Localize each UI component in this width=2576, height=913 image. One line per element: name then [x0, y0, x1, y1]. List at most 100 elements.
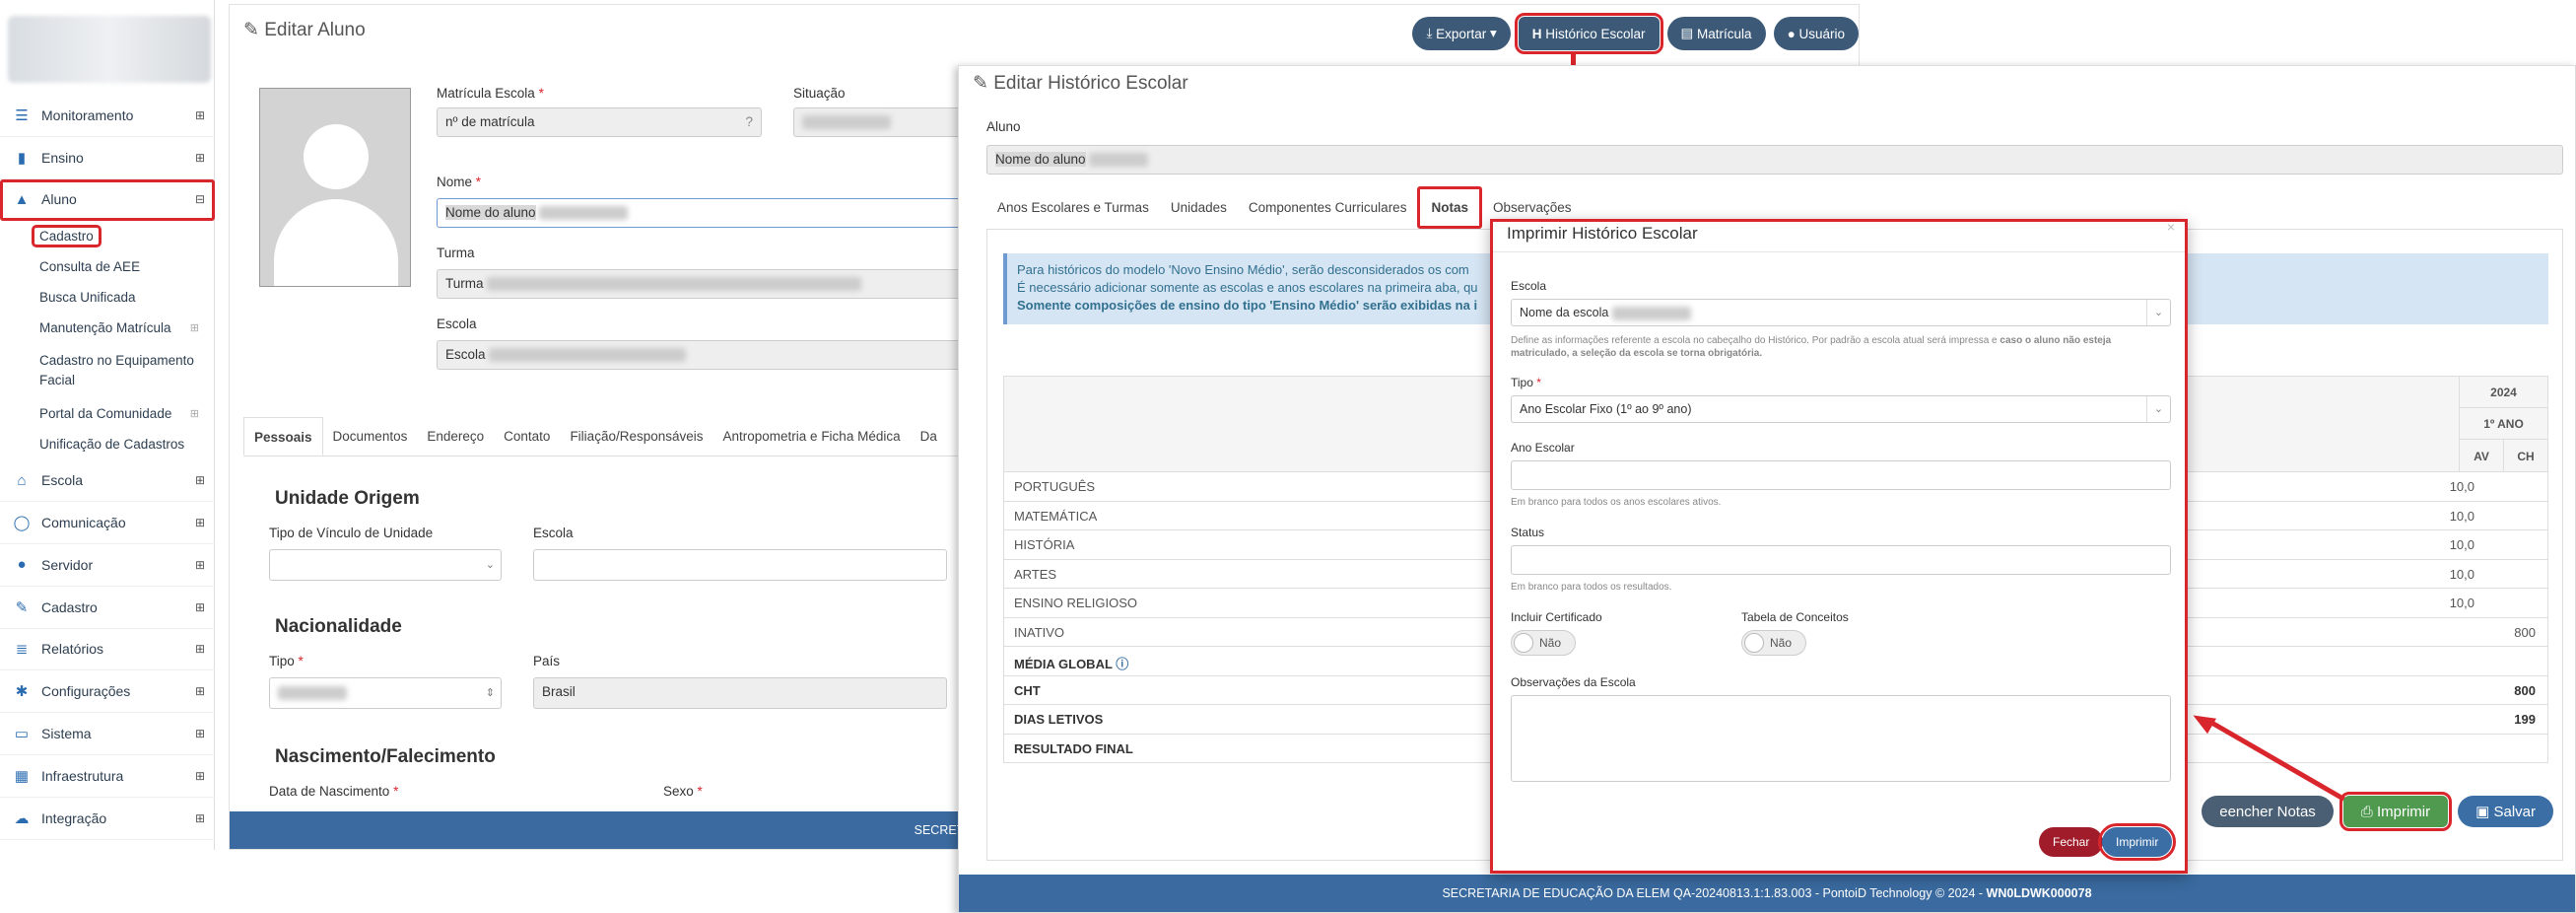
tab-documentos[interactable]: Documentos	[323, 417, 418, 456]
tipo-label: Tipo *	[269, 654, 304, 668]
tab-endereco[interactable]: Endereço	[417, 417, 494, 456]
collapse-icon[interactable]: ⊟	[195, 192, 205, 206]
status-input[interactable]	[1511, 545, 2171, 575]
situacao-label: Situação	[793, 86, 846, 101]
tab-antropometria[interactable]: Antropometria e Ficha Médica	[713, 417, 911, 456]
sidebar-item-label: Relatórios	[41, 641, 104, 658]
tab-contato[interactable]: Contato	[494, 417, 560, 456]
expand-icon[interactable]: ⊞	[195, 811, 205, 825]
historico-title: ✎ Editar Histórico Escolar	[973, 72, 1188, 95]
section-nascimento: Nascimento/Falecimento	[275, 746, 496, 767]
sidebar-item-ensino[interactable]: ▮ Ensino ⊞	[0, 137, 215, 179]
expand-icon[interactable]: ⊞	[195, 473, 205, 487]
field-value: Brasil	[542, 684, 576, 699]
tab-pessoais[interactable]: Pessoais	[243, 417, 323, 456]
aluno-tabs: Pessoais Documentos Endereço Contato Fil…	[243, 417, 1051, 456]
expand-icon[interactable]: ⊞	[195, 642, 205, 656]
tab-more[interactable]: Da	[911, 417, 947, 456]
submenu-item-unificacao[interactable]: Unificação de Cadastros	[39, 429, 215, 459]
sidebar-item-label: Monitoramento	[41, 106, 134, 123]
submenu-item-cadastro[interactable]: Cadastro	[32, 221, 215, 251]
tipo-select[interactable]: ⇕	[269, 677, 502, 709]
fechar-button[interactable]: Fechar	[2039, 827, 2104, 857]
submenu-item-consulta-aee[interactable]: Consulta de AEE	[39, 251, 215, 282]
submenu-item-portal-comunidade[interactable]: Portal da Comunidade ⊞	[39, 398, 215, 429]
sidebar-item-relatorios[interactable]: ≣ Relatórios ⊞	[0, 629, 215, 671]
tabela-conceitos-label: Tabela de Conceitos	[1741, 610, 1849, 624]
info-icon[interactable]: ⓘ	[1116, 657, 1128, 671]
tabela-conceitos-toggle[interactable]: Não	[1741, 630, 1806, 656]
user-icon: ●	[17, 556, 27, 574]
cloud-icon: ☁	[14, 809, 30, 827]
submenu-item-busca-unificada[interactable]: Busca Unificada	[39, 282, 215, 313]
sidebar-item-infraestrutura[interactable]: ▦ Infraestrutura ⊞	[0, 755, 215, 798]
historico-actions: eencher Notas ⎙ Imprimir ▣ Salvar	[2202, 792, 2553, 831]
chevron-down-icon: ⌄	[2146, 300, 2170, 325]
expand-icon[interactable]: ⊞	[195, 516, 205, 529]
print-icon: ⎙	[2360, 803, 2377, 820]
student-photo[interactable]	[259, 88, 411, 287]
list-icon: ≣	[15, 641, 29, 659]
usuario-button[interactable]: ● Usuário	[1773, 17, 1859, 50]
sliders-icon: ☰	[15, 106, 29, 124]
app-logo	[8, 16, 211, 83]
escola-help: Define as informações referente a escola…	[1511, 335, 2112, 359]
user-icon: ●	[1787, 26, 1799, 41]
expand-icon[interactable]: ⊞	[195, 151, 205, 165]
exportar-button[interactable]: ⤓ Exportar ▾	[1412, 17, 1511, 50]
expand-icon[interactable]: ⊞	[195, 769, 205, 783]
observacoes-textarea[interactable]	[1511, 695, 2171, 782]
matricula-label: Matrícula Escola *	[437, 86, 544, 101]
incluir-certificado-toggle[interactable]: Não	[1511, 630, 1576, 656]
imprimir-button[interactable]: ⎙ Imprimir	[2339, 792, 2453, 831]
sidebar-item-aluno[interactable]: ▲ Aluno ⊟	[0, 178, 215, 222]
pais-label: País	[533, 654, 561, 668]
submenu-item-manutencao-matricula[interactable]: Manutenção Matrícula ⊞	[39, 313, 215, 343]
sidebar-item-comunicacao[interactable]: ◯ Comunicação ⊞	[0, 502, 215, 544]
data-nascimento-label: Data de Nascimento *	[269, 784, 399, 799]
imprimir-modal-button[interactable]: Imprimir	[2097, 823, 2177, 861]
ch-header: CH	[2503, 440, 2547, 472]
historico-escolar-button[interactable]: H Histórico Escolar	[1514, 13, 1663, 54]
tab-filiacao[interactable]: Filiação/Responsáveis	[560, 417, 712, 456]
preencher-notas-button[interactable]: eencher Notas	[2202, 796, 2334, 827]
tab-anos-escolares[interactable]: Anos Escolares e Turmas	[986, 186, 1160, 229]
matricula-field[interactable]: nº de matrícula?	[437, 107, 762, 137]
tipo-vinculo-select[interactable]: ⌄	[269, 549, 502, 581]
sidebar-item-cadastro[interactable]: ✎ Cadastro ⊞	[0, 587, 215, 629]
tab-componentes[interactable]: Componentes Curriculares	[1238, 186, 1418, 229]
nome-field[interactable]: Nome do aluno	[437, 198, 1028, 228]
expand-icon[interactable]: ⊞	[195, 558, 205, 572]
expand-icon[interactable]: ⊞	[195, 108, 205, 122]
salvar-button[interactable]: ▣ Salvar	[2458, 796, 2553, 827]
sidebar-item-sistema[interactable]: ▭ Sistema ⊞	[0, 713, 215, 755]
aluno-field: Nome do aluno	[986, 145, 2563, 175]
escola-select[interactable]: Nome da escola ⌄	[1511, 299, 2171, 326]
sidebar-item-escola[interactable]: ⌂ Escola ⊞	[0, 459, 215, 503]
tab-notas[interactable]: Notas	[1417, 186, 1482, 229]
expand-icon[interactable]: ⊞	[195, 600, 205, 614]
edit-icon: ✎	[15, 598, 29, 616]
tipo-select[interactable]: Ano Escolar Fixo (1º ao 9º ano) ⌄	[1511, 395, 2171, 423]
submenu-item-equipamento-facial[interactable]: Cadastro no Equipamento Facial	[39, 343, 215, 398]
graduation-cap-icon: ▲	[14, 190, 30, 208]
expand-icon[interactable]: ⊞	[190, 321, 199, 334]
section-nacionalidade: Nacionalidade	[275, 616, 402, 637]
page-title-text: Editar Aluno	[264, 20, 366, 40]
escola-origem-select[interactable]	[533, 549, 947, 581]
sidebar-item-servidor[interactable]: ● Servidor ⊞	[0, 544, 215, 587]
caret-down-icon: ▾	[1486, 26, 1497, 40]
tab-unidades[interactable]: Unidades	[1160, 186, 1238, 229]
submenu-label: Busca Unificada	[39, 290, 136, 306]
sidebar-item-monitoramento[interactable]: ☰ Monitoramento ⊞	[0, 95, 215, 137]
help-icon[interactable]: ?	[745, 114, 753, 129]
matricula-button[interactable]: ▤ Matrícula	[1666, 17, 1766, 50]
sidebar-item-configuracoes[interactable]: ✱ Configurações ⊞	[0, 670, 215, 714]
expand-icon[interactable]: ⊞	[195, 727, 205, 740]
sidebar-item-integracao[interactable]: ☁ Integração ⊞	[0, 798, 215, 840]
expand-icon[interactable]: ⊞	[195, 684, 205, 698]
expand-icon[interactable]: ⊞	[190, 407, 199, 420]
download-icon: ⤓	[1426, 26, 1437, 40]
close-icon[interactable]: ×	[2167, 219, 2175, 235]
ano-escolar-input[interactable]	[1511, 460, 2171, 490]
